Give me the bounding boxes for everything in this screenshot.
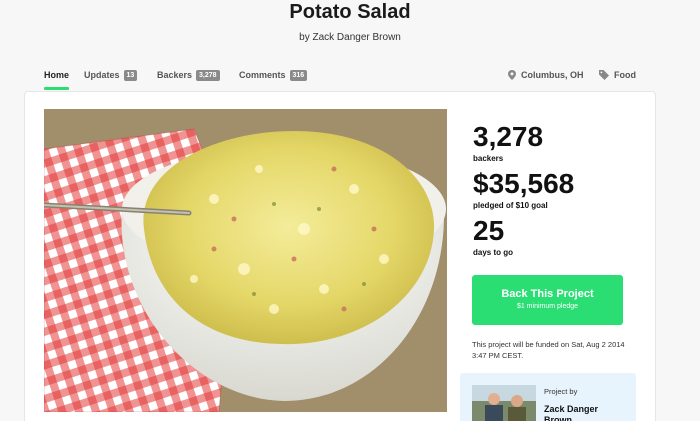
updates-count-badge: 13 bbox=[123, 70, 138, 81]
minimum-pledge-label: $1 minimum pledge bbox=[516, 303, 579, 310]
project-nav: Home Updates 13 Backers 3,278 Comments 3… bbox=[44, 70, 640, 90]
location-label: Columbus, OH bbox=[521, 70, 584, 80]
comments-count-badge: 316 bbox=[289, 70, 308, 81]
back-project-label: Back This Project bbox=[501, 288, 594, 300]
tab-home[interactable]: Home bbox=[44, 70, 70, 90]
tab-home-label: Home bbox=[44, 70, 70, 80]
creator-avatar[interactable] bbox=[472, 385, 536, 421]
map-pin-icon bbox=[508, 70, 516, 80]
tab-comments-label: Comments bbox=[239, 70, 286, 80]
project-byline[interactable]: by Zack Danger Brown bbox=[0, 32, 700, 43]
funding-note: This project will be funded on Sat, Aug … bbox=[472, 340, 625, 360]
project-by-label: Project by bbox=[544, 387, 578, 396]
backers-count-badge: 3,278 bbox=[196, 70, 220, 81]
days-left-label: days to go bbox=[473, 248, 514, 257]
tab-updates[interactable]: Updates 13 bbox=[84, 70, 138, 90]
potato-salad-photo bbox=[44, 109, 447, 412]
tag-icon bbox=[599, 70, 609, 80]
creator-photo bbox=[472, 385, 536, 421]
project-image[interactable] bbox=[44, 109, 447, 412]
backers-count: 3,278 bbox=[473, 121, 544, 152]
tab-backers-label: Backers bbox=[157, 70, 193, 80]
back-project-button[interactable]: Back This Project $1 minimum pledge bbox=[472, 275, 623, 325]
backers-label: backers bbox=[473, 154, 504, 163]
project-title: Potato Salad bbox=[289, 1, 411, 23]
tab-updates-label: Updates bbox=[84, 70, 120, 80]
pledged-amount: $35,568 bbox=[473, 168, 575, 199]
days-left: 25 bbox=[473, 215, 505, 246]
creator-name[interactable]: Zack Danger Brown bbox=[544, 404, 624, 421]
creator-box[interactable]: Project by Zack Danger Brown bbox=[460, 373, 636, 421]
pledged-label: pledged of $10 goal bbox=[473, 201, 548, 210]
category-link[interactable]: Food bbox=[599, 70, 636, 80]
tab-comments[interactable]: Comments 316 bbox=[239, 70, 308, 90]
location-link[interactable]: Columbus, OH bbox=[508, 70, 584, 80]
category-label: Food bbox=[614, 70, 636, 80]
tab-backers[interactable]: Backers 3,278 bbox=[157, 70, 220, 90]
